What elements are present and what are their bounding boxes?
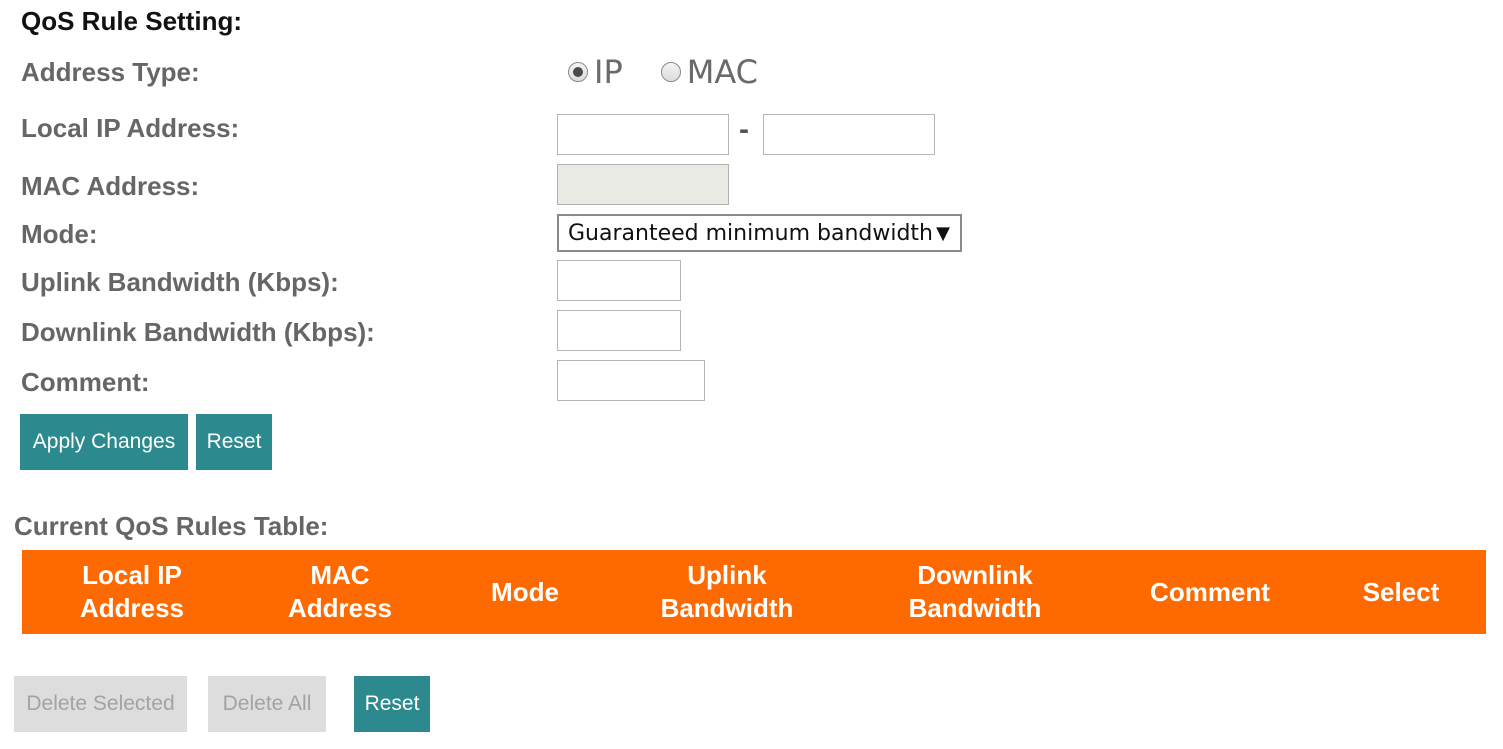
local-ip-start-input[interactable]	[557, 114, 729, 155]
section-title: QoS Rule Setting:	[21, 6, 242, 36]
qos-rules-table-header: Local IP Address MAC Address Mode Uplink Ba…	[22, 550, 1486, 634]
column-header-comment: Comment	[1150, 576, 1270, 607]
uplink-bandwidth-input[interactable]	[557, 260, 681, 301]
local-ip-label: Local IP Address:	[21, 113, 240, 143]
table-title: Current QoS Rules Table:	[14, 511, 329, 541]
form-reset-button[interactable]: Reset	[196, 414, 272, 470]
ip-range-separator: -	[739, 113, 749, 146]
apply-changes-button[interactable]: Apply Changes	[20, 414, 188, 470]
caret-down-icon: ▼	[936, 222, 950, 244]
comment-input[interactable]	[557, 360, 705, 401]
radio-mac-label: MAC	[686, 53, 759, 91]
column-header-downlink: Downlink Bandwidth	[908, 560, 1042, 623]
comment-label: Comment:	[21, 367, 150, 397]
mode-label: Mode:	[21, 219, 98, 249]
downlink-bandwidth-label: Downlink Bandwidth (Kbps):	[21, 317, 375, 347]
column-header-mode: Mode	[491, 576, 559, 607]
address-type-label: Address Type:	[21, 57, 200, 87]
downlink-bandwidth-input[interactable]	[557, 310, 681, 351]
delete-selected-button[interactable]: Delete Selected	[14, 676, 187, 732]
mode-select[interactable]: Guaranteed minimum bandwidth ▼	[557, 214, 962, 252]
address-type-mac-option[interactable]: MAC	[660, 53, 759, 91]
mac-address-input	[557, 164, 729, 205]
column-header-local-ip: Local IP Address	[79, 560, 185, 623]
column-header-uplink: Uplink Bandwidth	[660, 560, 794, 623]
table-reset-button[interactable]: Reset	[354, 676, 430, 732]
delete-all-button[interactable]: Delete All	[208, 676, 326, 732]
uplink-bandwidth-label: Uplink Bandwidth (Kbps):	[21, 267, 339, 297]
radio-ip-icon[interactable]	[568, 62, 588, 82]
radio-ip-label: IP	[594, 53, 623, 91]
radio-mac-icon[interactable]	[660, 62, 681, 82]
address-type-ip-option[interactable]: IP	[568, 53, 623, 91]
mac-address-label: MAC Address:	[21, 171, 200, 201]
column-header-select: Select	[1362, 576, 1440, 607]
mode-select-value: Guaranteed minimum bandwidth	[568, 220, 933, 246]
address-type-radio-group: IP MAC	[568, 53, 796, 91]
column-header-mac-address: MAC Address	[287, 560, 393, 623]
local-ip-end-input[interactable]	[763, 114, 935, 155]
